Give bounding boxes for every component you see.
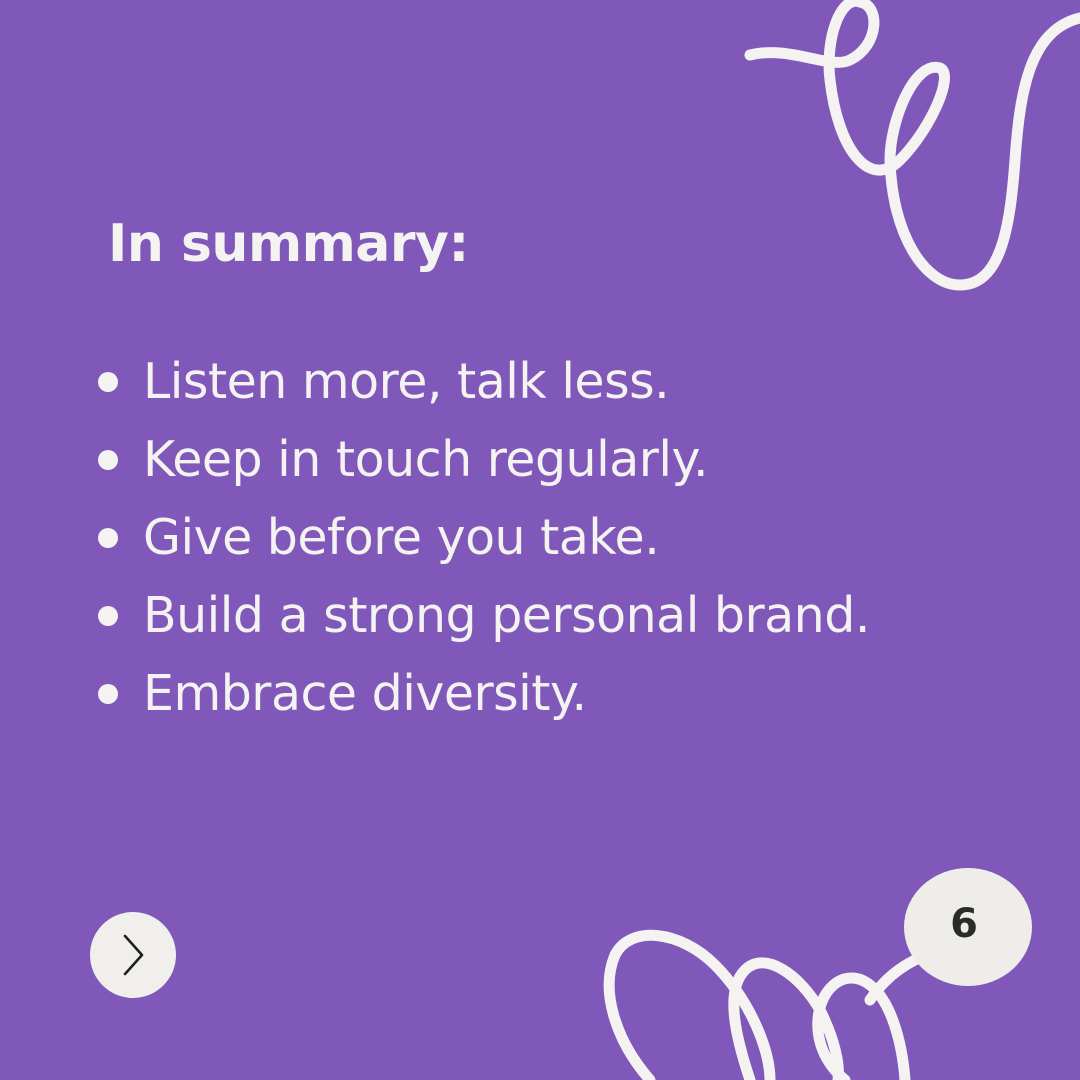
summary-slide: In summary: Listen more, talk less. Keep…	[0, 0, 1080, 1080]
bullet-dot	[98, 528, 118, 548]
bullet-text: Keep in touch regularly.	[143, 431, 709, 488]
bullet-dot	[98, 684, 118, 704]
chevron-right-icon	[123, 934, 144, 976]
summary-heading: In summary:	[108, 214, 469, 274]
bullet-dot	[98, 372, 118, 392]
page-number: 6	[950, 901, 978, 947]
bullet-dot	[98, 450, 118, 470]
bullet-dot	[98, 606, 118, 626]
bullet-text: Give before you take.	[143, 509, 660, 566]
bullet-text: Build a strong personal brand.	[143, 587, 870, 644]
next-slide-button[interactable]	[90, 912, 176, 998]
bullet-text: Listen more, talk less.	[143, 353, 670, 410]
bullet-text: Embrace diversity.	[143, 665, 587, 722]
page-number-badge: 6	[904, 868, 1032, 986]
